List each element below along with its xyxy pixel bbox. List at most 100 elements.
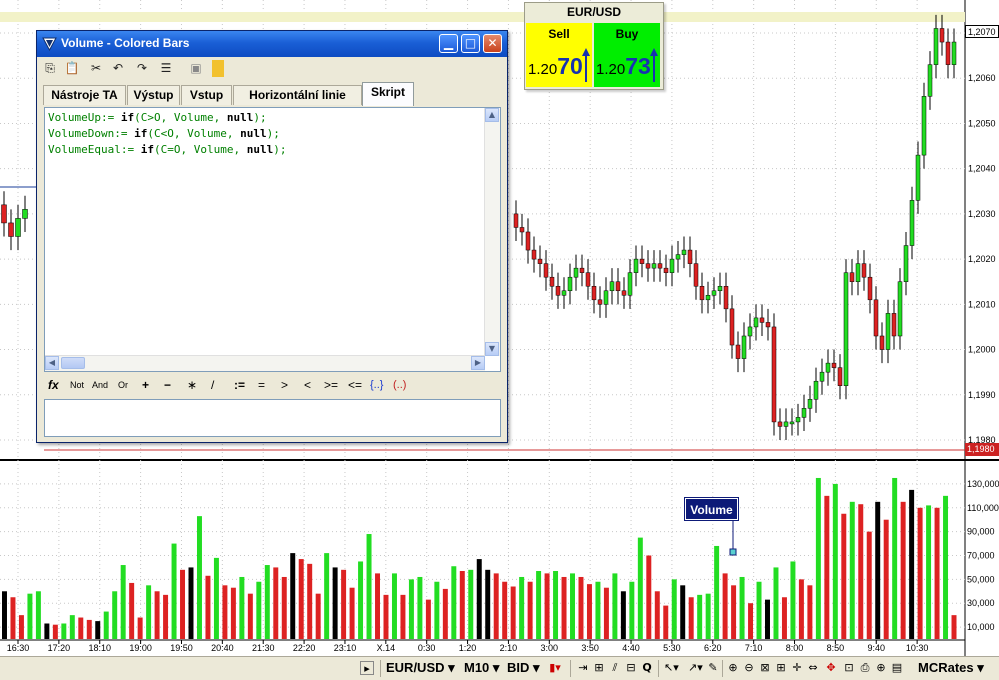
vertical-scrollbar[interactable]: ▲ ▼ <box>484 108 500 356</box>
volume-bar <box>553 571 559 639</box>
greater-equal-button[interactable]: >= <box>324 378 338 392</box>
tool-channel-icon[interactable]: ⫽ <box>608 661 622 675</box>
scroll-icon[interactable]: ⇔ <box>806 661 820 675</box>
tab-skript[interactable]: Skript <box>362 82 414 106</box>
scrollbar-thumb[interactable] <box>61 357 85 369</box>
scroll-up-button[interactable]: ▲ <box>485 108 499 122</box>
search-icon[interactable]: Q <box>640 661 654 675</box>
tool-lines-icon[interactable]: ⊞ <box>592 661 606 675</box>
window-titlebar[interactable]: Volume - Colored Bars ▁ □ ✕ <box>37 31 507 57</box>
zoom-out-icon[interactable]: ⊖ <box>742 661 756 675</box>
minus-button[interactable]: − <box>164 378 171 392</box>
crosshair-icon[interactable]: ✛ <box>790 661 804 675</box>
script-line[interactable]: VolumeDown:= if(C<O, Volume, null); <box>48 126 286 142</box>
candle-body <box>729 308 735 346</box>
sell-button[interactable]: Sell 1.2070 <box>526 23 592 87</box>
equals-button[interactable]: = <box>258 378 265 392</box>
properties-icon[interactable]: ☰ <box>157 60 175 77</box>
tool-fibo-icon[interactable]: ⊟ <box>624 661 638 675</box>
less-equal-button[interactable]: <= <box>348 378 362 392</box>
timeframe-selector[interactable]: M10 ▾ <box>464 660 499 676</box>
script-editor[interactable]: VolumeUp:= if(C>O, Volume, null); VolumeD… <box>44 107 501 372</box>
quote-panel[interactable]: EUR/USD Sell 1.2070 Buy 1.2073 <box>524 2 664 90</box>
cursor-icon[interactable]: ↖▾ <box>664 661 679 675</box>
paren-button[interactable]: (..) <box>393 379 406 391</box>
brush-icon[interactable]: ✎ <box>706 661 720 675</box>
play-icon[interactable]: ▸ <box>360 661 374 675</box>
settings-icon[interactable]: ⊕ <box>874 661 888 675</box>
minimize-button[interactable]: ▁ <box>439 34 458 53</box>
divide-button[interactable]: / <box>211 378 214 392</box>
draw-icon[interactable]: ↗▾ <box>688 661 703 675</box>
volume-bars[interactable] <box>2 477 957 639</box>
volume-bar <box>739 576 745 639</box>
volume-bar <box>442 588 448 639</box>
undo-icon[interactable]: ↶ <box>109 60 127 77</box>
multiply-button[interactable]: ∗ <box>187 378 197 392</box>
less-than-button[interactable]: < <box>304 378 311 392</box>
not-button[interactable]: Not <box>70 380 84 390</box>
close-button[interactable]: ✕ <box>483 34 502 53</box>
volume-bar <box>781 597 787 639</box>
script-code[interactable]: VolumeUp:= if(C>O, Volume, null); VolumeD… <box>48 110 286 158</box>
cut-icon[interactable]: ✂ <box>87 60 105 77</box>
zoom-fit-icon[interactable]: ⊠ <box>758 661 772 675</box>
volume-bar <box>832 483 838 639</box>
print-icon[interactable]: ⎙ <box>858 661 872 675</box>
paste-icon[interactable]: 📋 <box>63 60 81 77</box>
candle-body <box>519 227 525 233</box>
function-button[interactable]: fx <box>48 378 59 392</box>
sell-label: Sell <box>548 27 570 41</box>
scroll-right-button[interactable]: ▶ <box>471 356 485 370</box>
buy-button[interactable]: Buy 1.2073 <box>594 23 660 87</box>
volume-bar <box>519 576 525 639</box>
plus-button[interactable]: + <box>142 378 149 392</box>
or-button[interactable]: Or <box>118 380 128 390</box>
window-icon[interactable]: ▤ <box>890 661 904 675</box>
chart-type-icon[interactable]: ▮▾ <box>548 661 562 675</box>
candle-body <box>867 276 873 301</box>
time-tick-label: 3:50 <box>581 643 599 653</box>
volume-bar <box>561 576 567 639</box>
tab-nastroje-ta[interactable]: Nástroje TA <box>43 85 126 105</box>
volume-bar <box>315 593 321 639</box>
grid-icon[interactable]: ⊞ <box>774 661 788 675</box>
candle-body <box>1 204 7 224</box>
and-button[interactable]: And <box>92 380 108 390</box>
volume-bar <box>807 585 813 639</box>
layout-icon[interactable]: ⊡ <box>842 661 856 675</box>
zoom-in-icon[interactable]: ⊕ <box>726 661 740 675</box>
tab-vstup[interactable]: Vstup <box>181 85 232 105</box>
exit-icon[interactable] <box>212 60 224 77</box>
candle-body <box>879 335 885 350</box>
greater-than-button[interactable]: > <box>281 378 288 392</box>
divider <box>722 660 723 677</box>
editor-tabs: Nástroje TA Výstup Vstup Horizontální li… <box>43 82 463 106</box>
redo-icon[interactable]: ↷ <box>133 60 151 77</box>
indicator-editor-window[interactable]: Volume - Colored Bars ▁ □ ✕ ⎘ 📋 ✂ ↶ ↷ ☰ … <box>36 30 508 443</box>
scroll-left-button[interactable]: ◀ <box>45 356 59 370</box>
divider <box>658 660 659 677</box>
scroll-down-button[interactable]: ▼ <box>485 342 499 356</box>
tool-line-icon[interactable]: ⇥ <box>576 661 590 675</box>
maximize-button[interactable]: □ <box>461 34 480 53</box>
candle-body <box>567 276 573 292</box>
time-tick-label: 21:30 <box>252 643 275 653</box>
symbol-selector[interactable]: EUR/USD ▾ <box>386 660 455 676</box>
script-line[interactable]: VolumeUp:= if(C>O, Volume, null); <box>48 110 286 126</box>
tab-vystup[interactable]: Výstup <box>127 85 180 105</box>
script-line[interactable]: VolumeEqual:= if(C=O, Volume, null); <box>48 142 286 158</box>
save-icon[interactable]: ▣ <box>187 60 205 77</box>
volume-indicator-label[interactable]: Volume <box>684 497 739 521</box>
move-icon[interactable]: ✥ <box>824 661 838 675</box>
brace-button[interactable]: {..} <box>370 379 383 391</box>
price-type-selector[interactable]: BID ▾ <box>507 660 540 676</box>
expression-input[interactable] <box>44 399 501 437</box>
horizontal-scrollbar[interactable]: ◀ ▶ <box>45 355 485 371</box>
brand-selector[interactable]: MCRates ▾ <box>918 660 984 676</box>
copy-icon[interactable]: ⎘ <box>41 60 59 77</box>
assign-button[interactable]: := <box>234 378 245 392</box>
tab-horizontalni-linie[interactable]: Horizontální linie <box>233 85 362 105</box>
candle-body <box>603 290 609 305</box>
volume-bar <box>298 559 304 639</box>
